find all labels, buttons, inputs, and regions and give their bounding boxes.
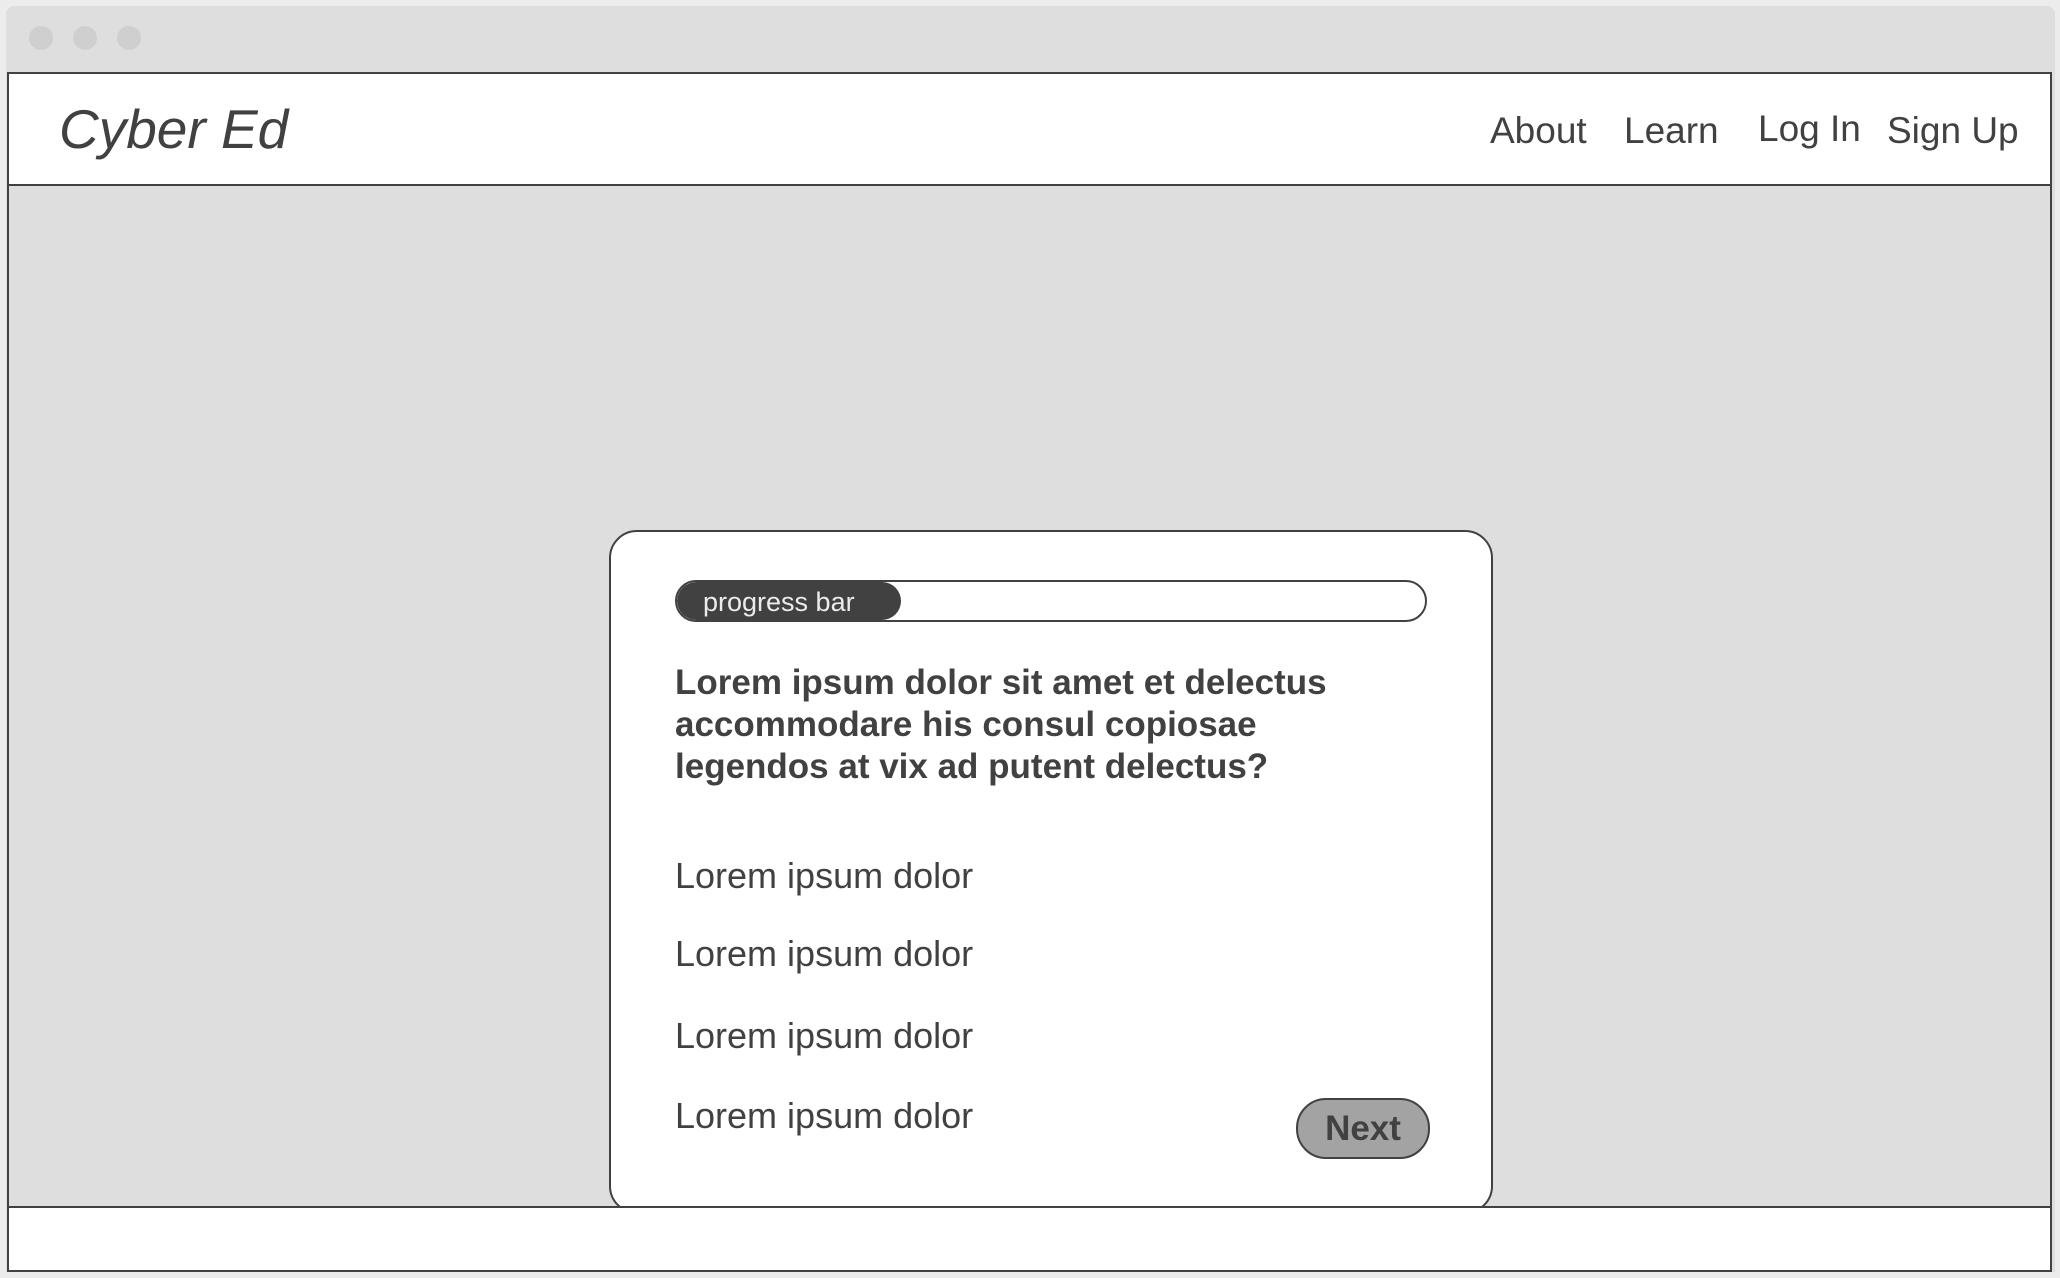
site-logo[interactable]: Cyber Ed: [59, 102, 288, 157]
window-maximize-dot[interactable]: [117, 26, 141, 50]
progress-bar-label: progress bar: [703, 587, 855, 617]
nav-link-login[interactable]: Log In: [1758, 110, 1861, 147]
answer-option[interactable]: Lorem ipsum dolor: [675, 1018, 973, 1054]
window-close-dot[interactable]: [29, 26, 53, 50]
answer-option[interactable]: Lorem ipsum dolor: [675, 858, 973, 894]
next-button[interactable]: Next: [1296, 1098, 1430, 1159]
quiz-card: progress bar Lorem ipsum dolor sit amet …: [609, 530, 1493, 1214]
answer-option[interactable]: Lorem ipsum dolor: [675, 936, 973, 972]
browser-window: Cyber Ed About Learn Log In Sign Up prog…: [6, 6, 2055, 1272]
main-content: progress bar Lorem ipsum dolor sit amet …: [7, 186, 2052, 1214]
answer-option[interactable]: Lorem ipsum dolor: [675, 1098, 973, 1134]
progress-bar: progress bar: [675, 580, 1427, 622]
site-header: Cyber Ed About Learn Log In Sign Up: [7, 72, 2052, 186]
nav-link-signup[interactable]: Sign Up: [1887, 112, 2019, 149]
window-minimize-dot[interactable]: [73, 26, 97, 50]
nav-link-learn[interactable]: Learn: [1624, 112, 1719, 149]
quiz-question: Lorem ipsum dolor sit amet et delectus a…: [675, 663, 1327, 786]
site-footer: [7, 1206, 2052, 1272]
nav-link-about[interactable]: About: [1490, 112, 1587, 149]
